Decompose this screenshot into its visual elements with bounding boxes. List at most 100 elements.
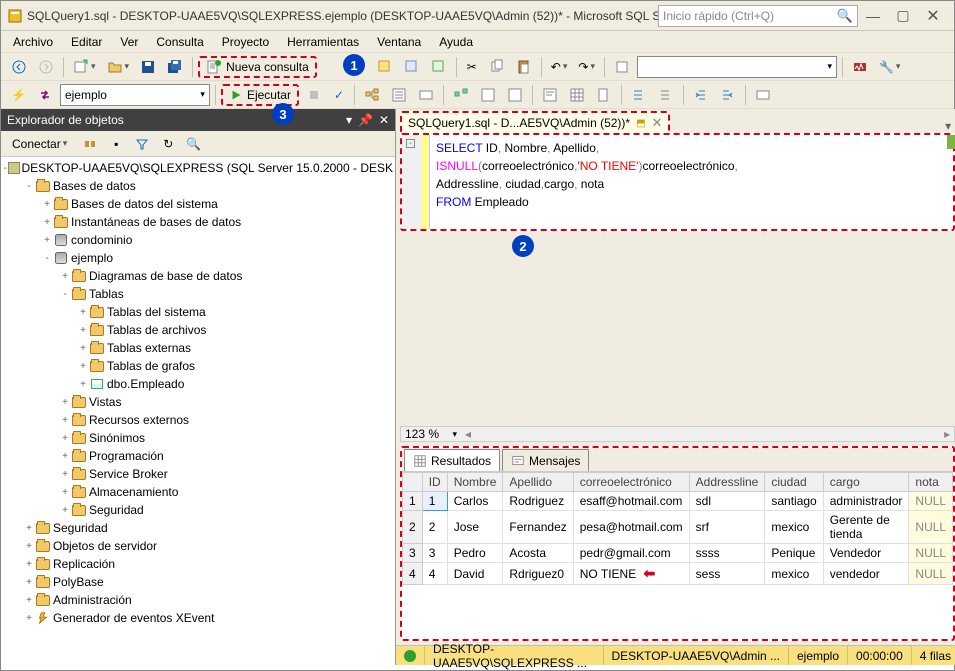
tree-twisty[interactable]: +	[23, 577, 35, 588]
disconnect-button[interactable]	[78, 133, 102, 155]
collapse-icon[interactable]: -	[406, 139, 415, 148]
cell[interactable]: esaff@hotmail.com	[573, 492, 689, 511]
cell[interactable]: ssss	[689, 544, 765, 563]
tree-twisty[interactable]: -	[23, 181, 35, 192]
undo-button[interactable]: ↶▾	[547, 56, 572, 78]
zoom-combo[interactable]: 123 %▾	[401, 427, 461, 441]
outdent-button[interactable]	[716, 84, 740, 106]
tree-twisty[interactable]: +	[23, 523, 35, 534]
column-header[interactable]: ciudad	[765, 473, 823, 492]
cell[interactable]: Acosta	[503, 544, 573, 563]
refresh-button[interactable]: ↻	[158, 133, 178, 155]
cell[interactable]: Fernandez	[503, 511, 573, 544]
tree-twisty[interactable]: +	[59, 433, 71, 444]
menu-herramientas[interactable]: Herramientas	[279, 33, 367, 51]
cell[interactable]: NO TIENE ⬅	[573, 563, 689, 585]
results-text-button[interactable]	[538, 84, 562, 106]
activity-monitor-button[interactable]	[848, 56, 872, 78]
tree-twisty[interactable]: -	[41, 253, 53, 264]
tree-twisty[interactable]: +	[23, 559, 35, 570]
estimated-plan-button[interactable]	[360, 84, 384, 106]
tree-item[interactable]: +Tablas de grafos	[1, 357, 395, 375]
menu-proyecto[interactable]: Proyecto	[214, 33, 277, 51]
pin-tab-icon[interactable]: ⬒	[636, 118, 645, 129]
uncomment-button[interactable]	[654, 84, 678, 106]
tree-twisty[interactable]: +	[59, 505, 71, 516]
database-combo[interactable]: ejemplo▾	[60, 84, 210, 106]
search2-button[interactable]: 🔍	[182, 133, 205, 155]
as-query-button[interactable]	[373, 56, 397, 78]
tree-item[interactable]: +Tablas externas	[1, 339, 395, 357]
new-query-button[interactable]: Nueva consulta	[198, 56, 317, 78]
tree-item[interactable]: +Tablas de archivos	[1, 321, 395, 339]
tree-twisty[interactable]: +	[77, 361, 89, 372]
cell[interactable]: Penique	[765, 544, 823, 563]
column-header[interactable]: Apellido	[503, 473, 573, 492]
tree-item[interactable]: -ejemplo	[1, 249, 395, 267]
tree-item[interactable]: +Tablas del sistema	[1, 303, 395, 321]
cell[interactable]: NULL	[909, 511, 953, 544]
tree-twisty[interactable]: +	[59, 397, 71, 408]
save-all-button[interactable]	[163, 56, 187, 78]
tree-item[interactable]: -Bases de datos	[1, 177, 395, 195]
tree-twisty[interactable]: +	[23, 595, 35, 606]
execute-button[interactable]: Ejecutar	[221, 84, 299, 106]
forward-button[interactable]	[34, 56, 58, 78]
cell[interactable]: vendedor	[823, 563, 909, 585]
paste-button[interactable]	[512, 56, 536, 78]
close-tab-icon[interactable]: ✕	[652, 115, 663, 131]
scroll-left-icon[interactable]: ◂	[461, 427, 475, 441]
xmla-query-button[interactable]	[400, 56, 424, 78]
query-options-button[interactable]	[387, 84, 411, 106]
tools-button[interactable]: 🔧▾	[875, 56, 904, 78]
tree-twisty[interactable]: +	[77, 307, 89, 318]
tab-mensajes[interactable]: Mensajes	[502, 449, 589, 471]
tree-item[interactable]: +Objetos de servidor	[1, 537, 395, 555]
cell[interactable]: santiago	[765, 492, 823, 511]
menu-ventana[interactable]: Ventana	[369, 33, 429, 51]
specify-values-button[interactable]	[751, 84, 775, 106]
tree-item[interactable]: -Tablas	[1, 285, 395, 303]
minimize-button[interactable]: —	[858, 8, 888, 24]
pin-icon[interactable]: 📌	[358, 113, 373, 127]
tree-twisty[interactable]: +	[41, 199, 53, 210]
solution-combo[interactable]: ▾	[637, 56, 837, 78]
stop-button[interactable]	[302, 84, 326, 106]
tree-twisty[interactable]: +	[59, 487, 71, 498]
filter-button[interactable]	[130, 133, 154, 155]
change-connection-button[interactable]	[33, 84, 57, 106]
tree-item[interactable]: +Almacenamiento	[1, 483, 395, 501]
table-row[interactable]: 44DavidRdriguez0NO TIENE ⬅sessmexicovend…	[403, 563, 953, 585]
tree-item[interactable]: +Programación	[1, 447, 395, 465]
editor-text[interactable]: SELECT ID, Nombre, Apellido, ISNULL(corr…	[430, 135, 953, 229]
column-header[interactable]: Addressline	[689, 473, 765, 492]
tab-resultados[interactable]: Resultados	[404, 449, 500, 471]
cell[interactable]: 3	[422, 544, 447, 563]
tree-root[interactable]: -DESKTOP-UAAE5VQ\SQLEXPRESS (SQL Server …	[1, 159, 395, 177]
tree-twisty[interactable]: +	[77, 343, 89, 354]
cell[interactable]: pesa@hotmail.com	[573, 511, 689, 544]
tree-item[interactable]: +Seguridad	[1, 519, 395, 537]
cell[interactable]: srf	[689, 511, 765, 544]
tree-twisty[interactable]: +	[59, 451, 71, 462]
tree-twisty[interactable]: +	[77, 379, 89, 390]
tree-item[interactable]: +dbo.Empleado	[1, 375, 395, 393]
table-row[interactable]: 22JoseFernandezpesa@hotmail.comsrfmexico…	[403, 511, 953, 544]
find-button[interactable]	[610, 56, 634, 78]
sql-editor[interactable]: - SELECT ID, Nombre, Apellido, ISNULL(co…	[400, 133, 955, 231]
new-project-button[interactable]: ▾	[69, 56, 100, 78]
column-header[interactable]: ID	[422, 473, 447, 492]
column-header[interactable]: Nombre	[447, 473, 503, 492]
cell[interactable]: NULL	[909, 544, 953, 563]
cell[interactable]: Rodriguez	[503, 492, 573, 511]
quick-launch[interactable]: Inicio rápido (Ctrl+Q) 🔍	[658, 5, 858, 27]
maximize-button[interactable]: ▢	[888, 7, 918, 24]
open-button[interactable]: ▾	[103, 56, 134, 78]
column-header[interactable]: nota	[909, 473, 953, 492]
cell[interactable]: 1	[422, 492, 447, 511]
cell[interactable]: mexico	[765, 563, 823, 585]
scroll-right-icon[interactable]: ▸	[940, 427, 954, 441]
cell[interactable]: David	[447, 563, 503, 585]
tree-twisty[interactable]: -	[59, 289, 71, 300]
menu-editar[interactable]: Editar	[63, 33, 110, 51]
